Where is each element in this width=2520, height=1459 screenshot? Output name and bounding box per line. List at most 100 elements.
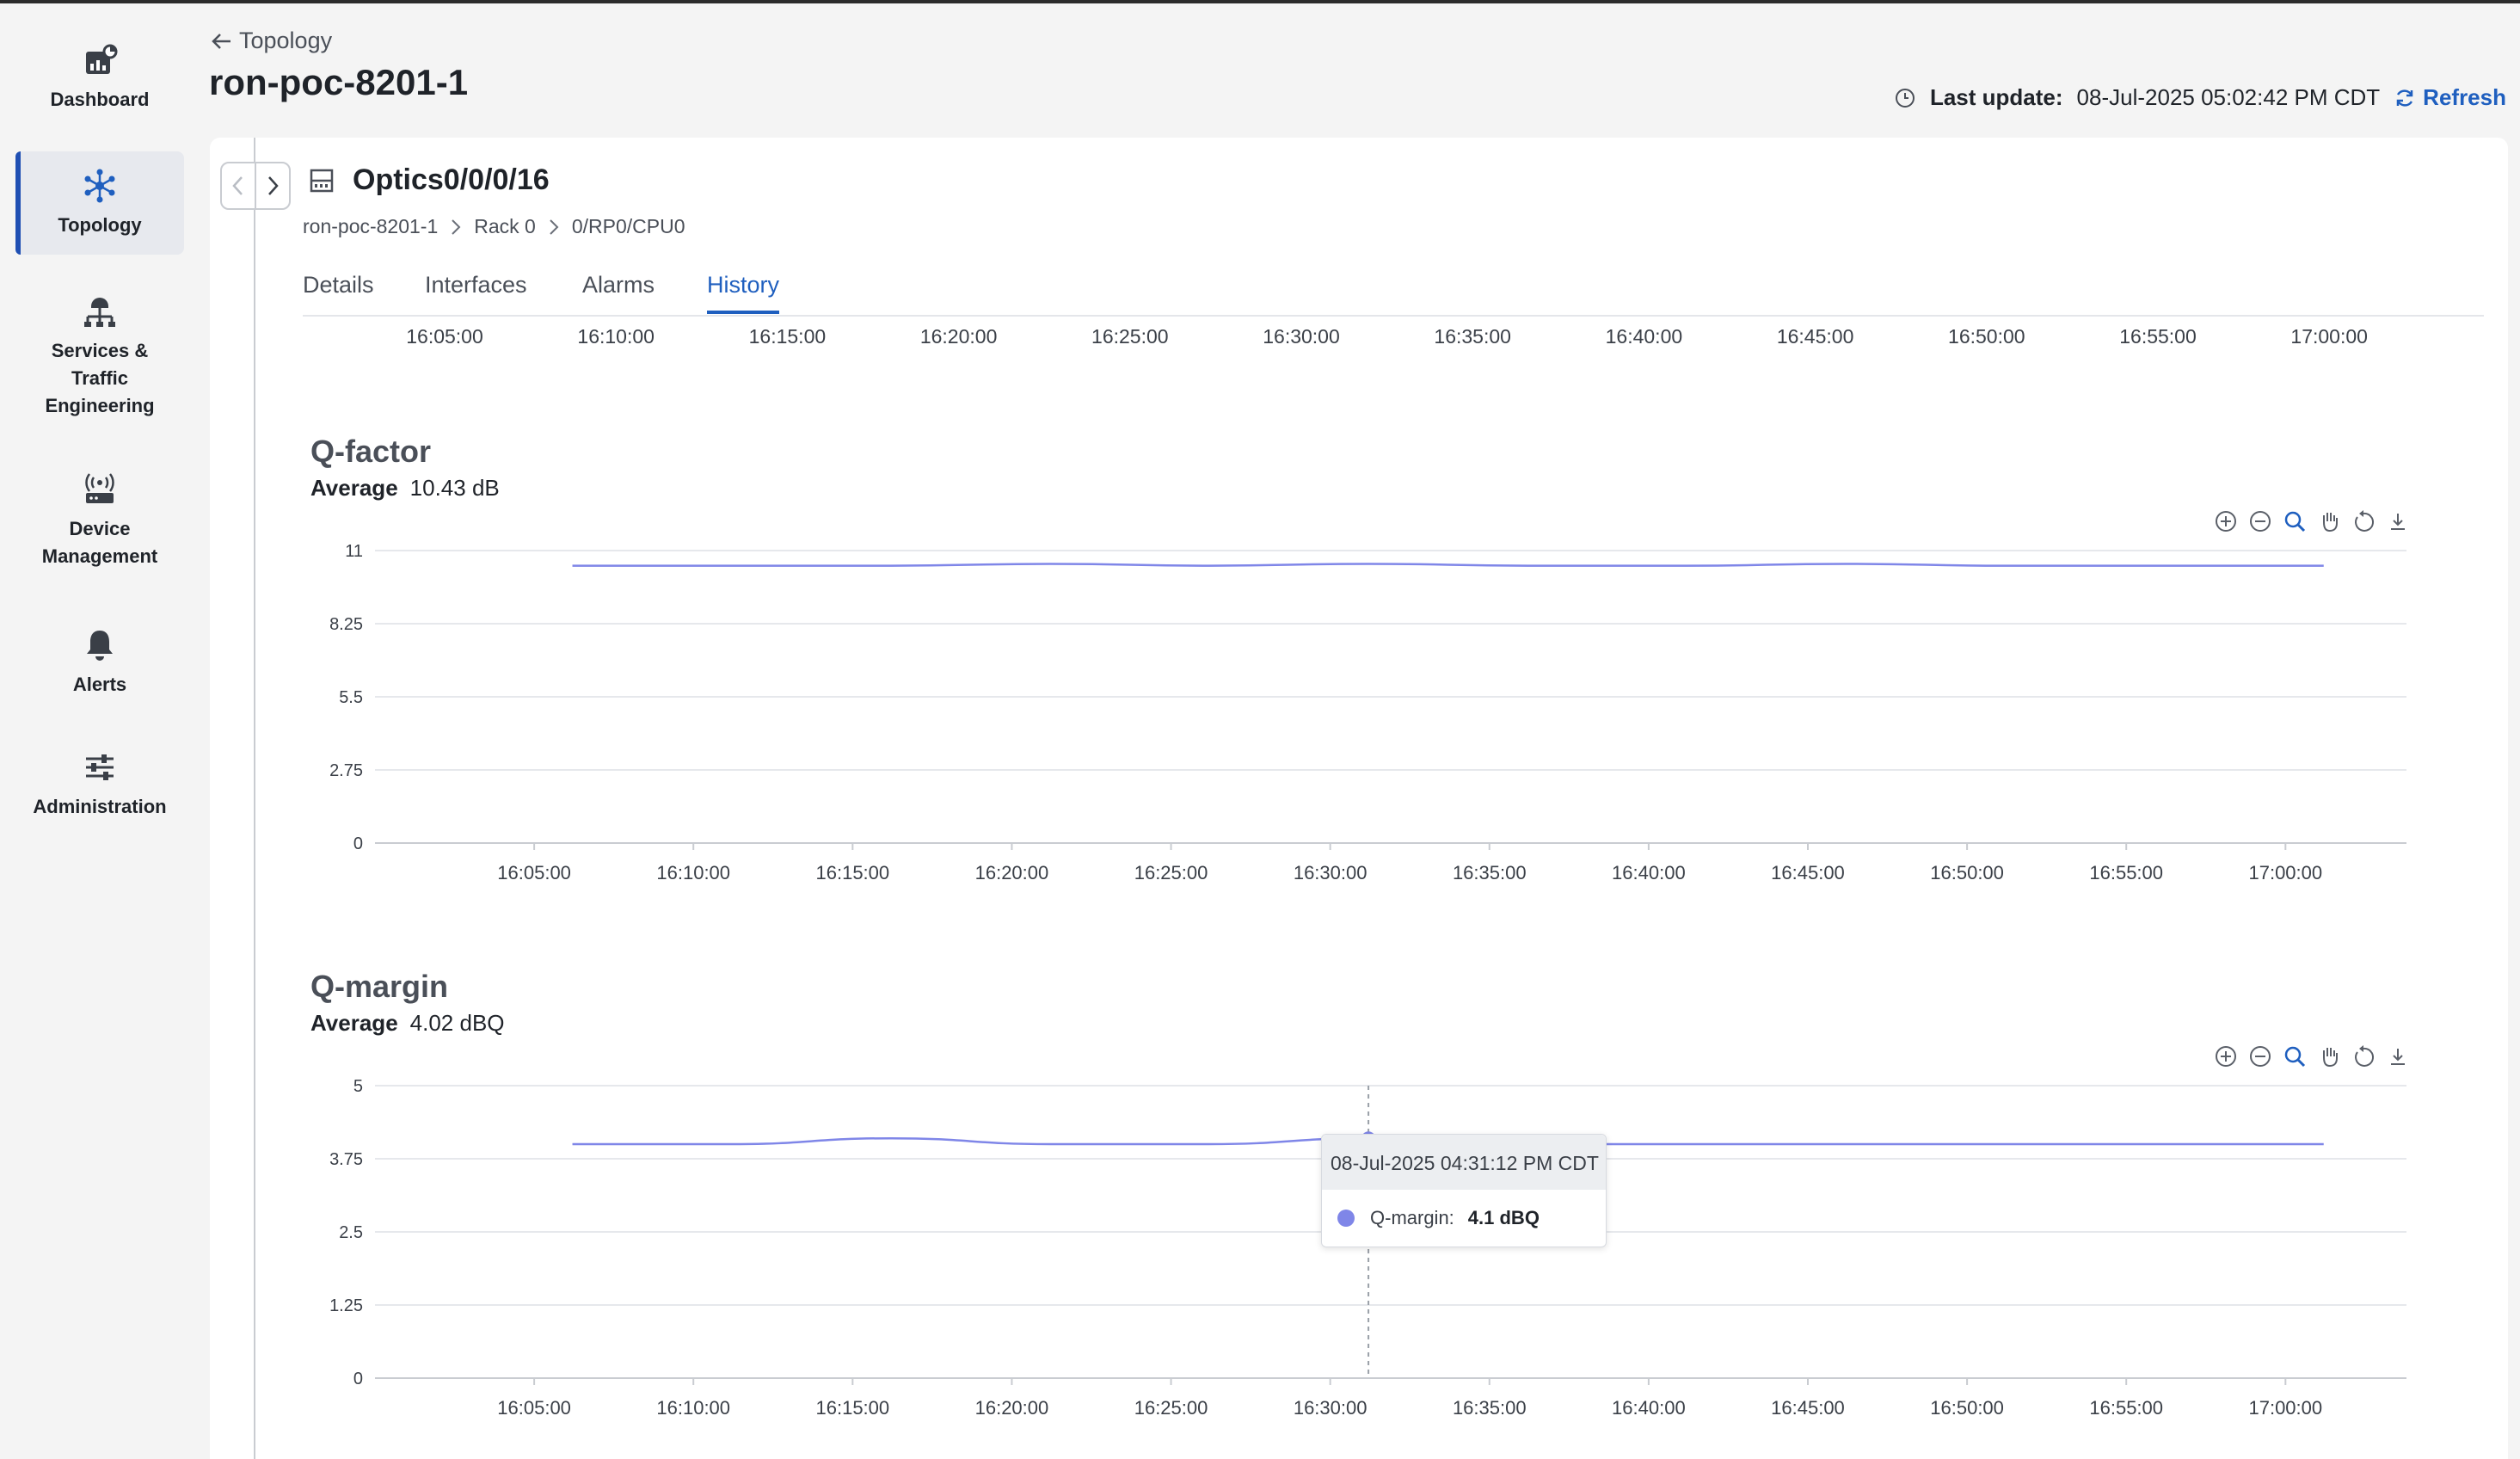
nav-label-services-3: Engineering — [45, 395, 155, 416]
zoom-out-button[interactable] — [2247, 1044, 2273, 1070]
reset-icon — [2355, 1045, 2374, 1067]
pan-button[interactable] — [2316, 509, 2342, 535]
arrow-left-icon — [212, 33, 230, 49]
magnifier-icon — [2284, 511, 2306, 533]
qfactor-average: Average 10.43 dB — [310, 475, 500, 502]
top-axis-tick: 16:20:00 — [919, 325, 998, 348]
bell-icon — [87, 631, 113, 661]
qmargin-chart[interactable]: 0 1.25 2.5 3.75 5 16:05:00 16:10:00 16:15:00 16:… — [303, 1068, 2427, 1430]
zoom-out-button[interactable] — [2247, 509, 2273, 535]
zoom-in-button[interactable] — [2213, 1044, 2239, 1070]
x-tick-label: 16:05:00 — [497, 862, 571, 883]
top-axis-tick: 16:15:00 — [748, 325, 827, 348]
previous-button[interactable] — [222, 163, 255, 208]
top-axis-tick: 16:55:00 — [2119, 325, 2197, 348]
qfactor-average-value: 10.43 dB — [409, 475, 500, 501]
page-title: ron-poc-8201-1 — [209, 62, 469, 102]
chevron-right-icon — [268, 176, 279, 195]
top-axis-tick: 16:05:00 — [406, 325, 483, 348]
download-button[interactable] — [2385, 509, 2411, 535]
nav-label-device-2: Management — [41, 545, 158, 567]
series-line — [572, 563, 2324, 567]
nav-item-services[interactable]: Services & Traffic Engineering — [15, 287, 184, 425]
x-tick-label: 16:15:00 — [816, 1397, 890, 1419]
breadcrumb-cpu: 0/RP0/CPU0 — [571, 215, 685, 237]
x-tick-label: 16:30:00 — [1294, 1397, 1368, 1419]
nav-item-dashboard[interactable]: Dashboard — [15, 34, 184, 120]
qmargin-title: Q-margin — [310, 969, 449, 1004]
tab-history[interactable]: History — [707, 272, 780, 314]
y-tick-label: 2.5 — [339, 1223, 363, 1242]
chevron-right-icon — [452, 219, 461, 235]
download-icon — [2391, 1049, 2405, 1065]
x-tick-label: 16:10:00 — [656, 1397, 730, 1419]
nav-item-administration[interactable]: Administration — [15, 742, 184, 828]
x-tick-label: 16:25:00 — [1134, 862, 1208, 883]
tab-details[interactable]: Details — [303, 272, 374, 311]
nav-label-device-1: Device — [69, 518, 131, 539]
nav-item-device-management[interactable]: Device Management — [15, 465, 184, 576]
clock-icon — [1895, 88, 1915, 108]
selection-zoom-button[interactable] — [2282, 1044, 2308, 1070]
x-tick-label: 16:45:00 — [1771, 1397, 1845, 1419]
optics-device-icon — [310, 169, 334, 193]
x-tick-label: 16:40:00 — [1612, 862, 1686, 883]
tab-alarms[interactable]: Alarms — [582, 272, 655, 311]
breadcrumb-rack[interactable]: Rack 0 — [474, 215, 536, 238]
chevron-left-icon — [232, 176, 243, 195]
download-button[interactable] — [2385, 1044, 2411, 1070]
x-tick-label: 16:55:00 — [2089, 1397, 2163, 1419]
last-update-value: 08-Jul-2025 05:02:42 PM CDT — [2076, 84, 2381, 110]
panel-pager — [220, 162, 291, 210]
selection-zoom-button[interactable] — [2282, 509, 2308, 535]
tab-interfaces[interactable]: Interfaces — [425, 272, 527, 311]
pan-button[interactable] — [2316, 1044, 2342, 1070]
nav-label-topology: Topology — [58, 214, 142, 236]
x-tick-label: 16:30:00 — [1294, 862, 1368, 883]
refresh-label: Refresh — [2423, 84, 2506, 110]
reset-zoom-button[interactable] — [2351, 1044, 2376, 1070]
tooltip-body: Q-margin: 4.1 dBQ — [1322, 1190, 1606, 1229]
zoom-in-button[interactable] — [2213, 509, 2239, 535]
top-axis-tick: 16:40:00 — [1605, 325, 1683, 348]
download-icon — [2391, 514, 2405, 530]
y-tick-label: 3.75 — [329, 1150, 363, 1169]
x-tick-label: 16:05:00 — [497, 1397, 571, 1419]
y-tick-label: 5 — [353, 1077, 363, 1096]
x-tick-label: 16:35:00 — [1453, 862, 1527, 883]
reset-zoom-button[interactable] — [2351, 509, 2376, 535]
breadcrumb-device[interactable]: ron-poc-8201-1 — [303, 215, 438, 238]
nav-label-dashboard: Dashboard — [50, 89, 150, 110]
breadcrumb: ron-poc-8201-1 Rack 0 0/RP0/CPU0 — [303, 215, 685, 238]
topology-icon — [84, 169, 115, 203]
tab-bar: Details Interfaces Alarms History — [303, 272, 2484, 317]
nav-item-alerts[interactable]: Alerts — [15, 619, 184, 705]
hand-icon — [2323, 1048, 2338, 1068]
dashboard-icon — [86, 44, 118, 74]
magnifier-icon — [2284, 1046, 2306, 1068]
x-tick-label: 16:10:00 — [656, 862, 730, 883]
x-tick-label: 17:00:00 — [2248, 862, 2322, 883]
nav-label-administration: Administration — [33, 796, 167, 817]
chart-tooltip: 08-Jul-2025 04:31:12 PM CDT Q-margin: 4.… — [1321, 1134, 1607, 1247]
y-tick-label: 8.25 — [329, 615, 363, 634]
top-axis-tick: 16:25:00 — [1091, 325, 1169, 348]
refresh-button[interactable]: Refresh — [2394, 84, 2506, 111]
nav-label-services-2: Traffic — [71, 367, 129, 389]
next-button[interactable] — [256, 163, 289, 208]
x-tick-label: 16:15:00 — [816, 862, 890, 883]
zoom-in-icon — [2216, 1046, 2236, 1067]
back-to-topology-link[interactable]: Topology — [210, 28, 332, 54]
qmargin-average-value: 4.02 dBQ — [409, 1010, 505, 1036]
qfactor-title: Q-factor — [310, 434, 432, 469]
x-tick-label: 16:55:00 — [2089, 862, 2163, 883]
top-axis-tick: 16:45:00 — [1776, 325, 1854, 348]
qfactor-chart[interactable]: 0 2.75 5.5 8.25 11 16:05:00 16:10:00 16:15:00 16… — [303, 533, 2427, 895]
top-axis-tick: 16:35:00 — [1434, 325, 1511, 348]
y-tick-label: 0 — [353, 1370, 363, 1388]
qmargin-average: Average 4.02 dBQ — [310, 1010, 505, 1037]
panel-divider — [254, 138, 255, 1459]
nav-item-topology[interactable]: Topology — [15, 151, 184, 255]
top-axis-tick: 16:50:00 — [1948, 325, 2025, 348]
qfactor-average-label: Average — [310, 475, 398, 501]
